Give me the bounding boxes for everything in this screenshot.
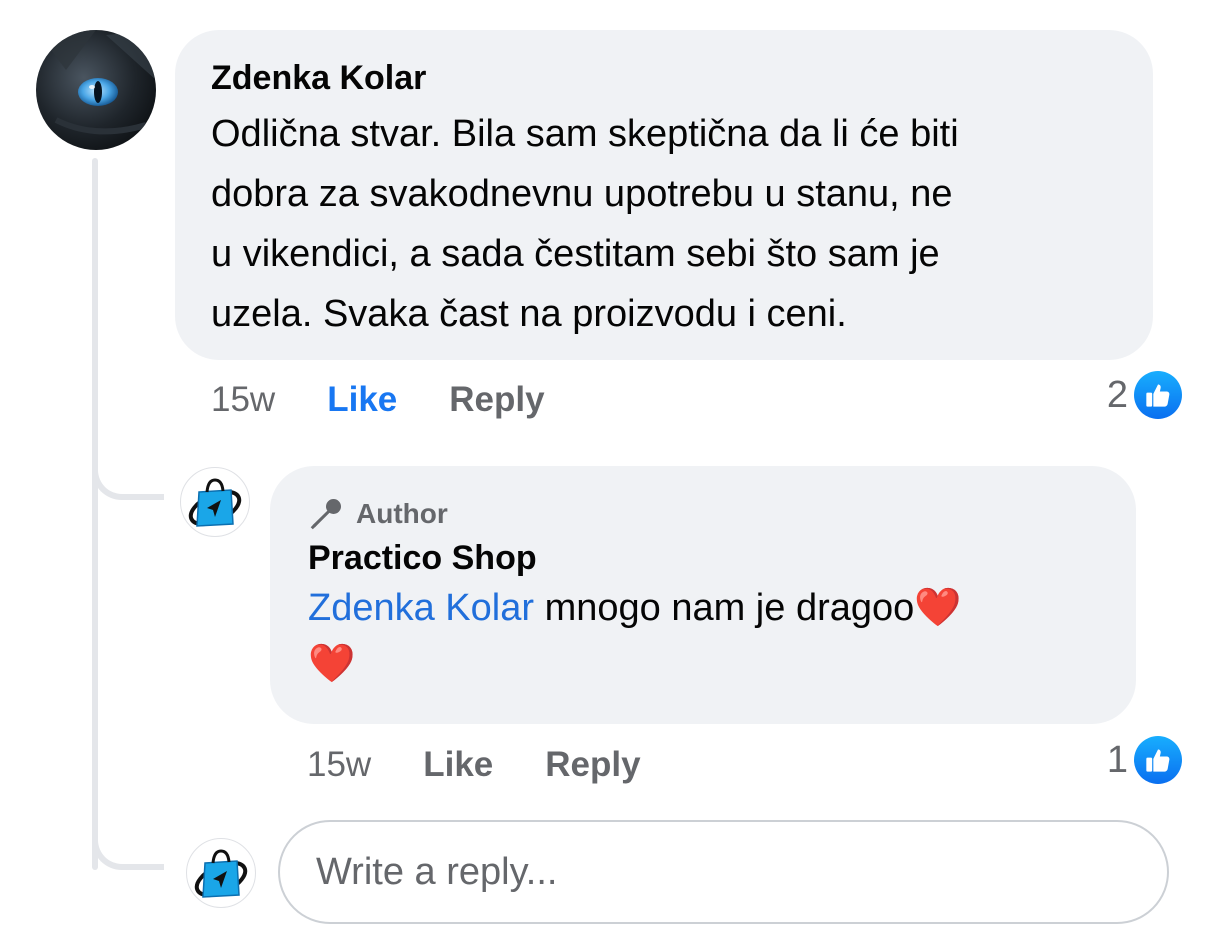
thread-line — [92, 158, 98, 870]
reply-text-body: mnogo nam je dragoo❤️ — [544, 587, 962, 629]
like-button[interactable]: Like — [423, 745, 493, 785]
comment-text-line: uzela. Svaka čast na proizvodu i ceni. — [211, 293, 847, 335]
reaction-summary[interactable]: 2 — [1107, 370, 1182, 420]
reply-timestamp[interactable]: 15w — [307, 745, 371, 785]
reply-input[interactable]: Write a reply... — [278, 820, 1169, 924]
thread-branch — [92, 818, 164, 870]
reply-input-placeholder: Write a reply... — [316, 850, 558, 893]
comment-text-line: u vikendici, a sada čestitam sebi što sa… — [211, 233, 940, 275]
comment-text-line: dobra za svakodnevnu upotrebu u stanu, n… — [211, 173, 953, 215]
comment-text-line: Odlična stvar. Bila sam skeptična da li … — [211, 113, 959, 155]
thumbs-up-icon — [1134, 736, 1182, 784]
reply-actions: 15w Like Reply — [307, 740, 641, 790]
mention-link[interactable]: Zdenka Kolar — [308, 587, 534, 629]
microphone-icon — [310, 499, 341, 530]
like-button[interactable]: Like — [327, 380, 397, 420]
comment-author[interactable]: Zdenka Kolar — [211, 56, 1117, 100]
reply-text: Zdenka Kolar mnogo nam je dragoo❤️ ❤️ — [308, 580, 1098, 692]
comment-bubble: Zdenka Kolar Odlična stvar. Bila sam ske… — [175, 30, 1153, 360]
reply-author[interactable]: Practico Shop — [308, 536, 1098, 580]
reply-text-line: ❤️ — [308, 643, 356, 685]
reaction-summary[interactable]: 1 — [1107, 735, 1182, 785]
reply-bubble: Author Practico Shop Zdenka Kolar mnogo … — [270, 466, 1136, 724]
reply-button[interactable]: Reply — [449, 380, 544, 420]
comment-timestamp[interactable]: 15w — [211, 380, 275, 420]
avatar — [186, 838, 256, 908]
avatar[interactable] — [36, 30, 156, 150]
thumbs-up-icon — [1134, 371, 1182, 419]
reaction-count: 2 — [1106, 373, 1128, 416]
thread-branch — [92, 448, 164, 500]
comment-text: Odlična stvar. Bila sam skeptična da li … — [211, 104, 1117, 344]
author-badge: Author — [308, 492, 1098, 536]
reaction-count: 1 — [1106, 738, 1128, 781]
author-badge-label: Author — [356, 498, 448, 529]
comment-actions: 15w Like Reply — [211, 375, 545, 425]
avatar[interactable] — [180, 467, 250, 537]
reply-button[interactable]: Reply — [545, 745, 640, 785]
